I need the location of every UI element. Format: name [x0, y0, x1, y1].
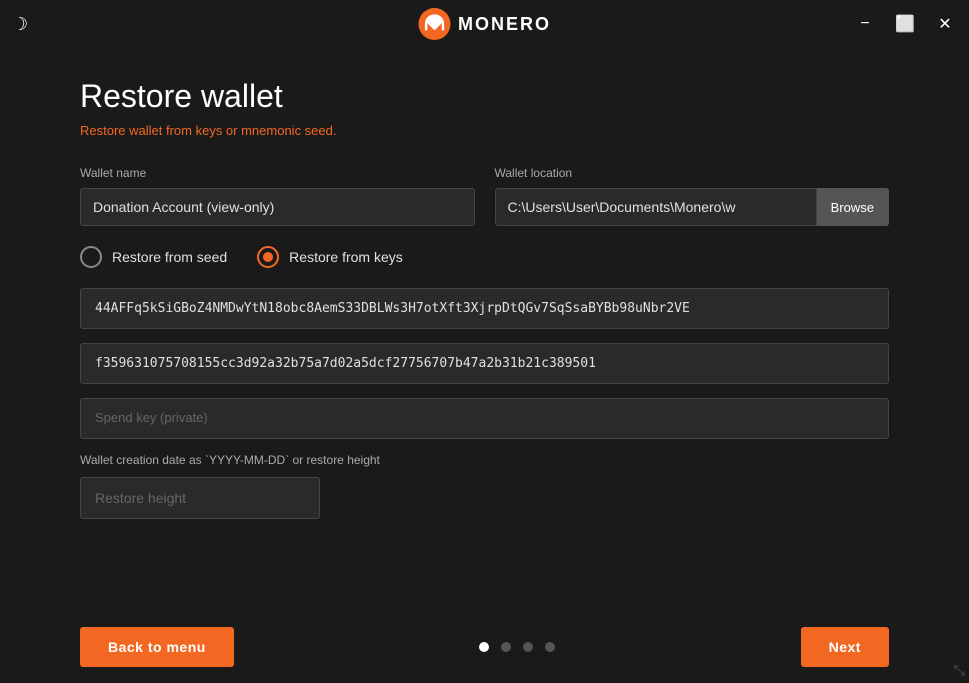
wallet-name-input[interactable] — [80, 188, 475, 226]
close-button[interactable]: ✕ — [933, 12, 957, 36]
pagination-dot-3 — [523, 642, 533, 652]
restore-from-keys-label: Restore from keys — [289, 249, 403, 265]
titlebar: ☽ MONERO − ⬜ ✕ — [0, 0, 969, 48]
maximize-button[interactable]: ⬜ — [893, 12, 917, 36]
restore-from-keys-option[interactable]: Restore from keys — [257, 246, 403, 268]
wallet-name-group: Wallet name — [80, 166, 475, 226]
restore-method-row: Restore from seed Restore from keys — [80, 246, 889, 268]
wallet-location-group: Wallet location Browse — [495, 166, 890, 226]
restore-from-seed-radio[interactable] — [80, 246, 102, 268]
monero-logo-icon — [418, 8, 450, 40]
spend-key-input[interactable] — [80, 398, 889, 439]
address-input[interactable] — [80, 288, 889, 329]
page-title: Restore wallet — [80, 78, 889, 115]
restore-height-input[interactable] — [80, 477, 320, 519]
wallet-info-row: Wallet name Wallet location Browse — [80, 166, 889, 226]
pagination-dot-2 — [501, 642, 511, 652]
app-title: MONERO — [458, 14, 551, 35]
wallet-location-input[interactable] — [495, 188, 817, 226]
restore-from-seed-label: Restore from seed — [112, 249, 227, 265]
creation-date-label: Wallet creation date as `YYYY-MM-DD` or … — [80, 453, 889, 467]
titlebar-controls: − ⬜ ✕ — [853, 12, 957, 36]
wallet-name-label: Wallet name — [80, 166, 475, 180]
bottom-bar: Back to menu Next — [0, 611, 969, 683]
next-button[interactable]: Next — [801, 627, 889, 667]
restore-from-seed-option[interactable]: Restore from seed — [80, 246, 227, 268]
pagination-dot-4 — [545, 642, 555, 652]
back-to-menu-button[interactable]: Back to menu — [80, 627, 234, 667]
radio-selected-dot — [263, 252, 273, 262]
browse-button[interactable]: Browse — [817, 188, 889, 226]
pagination-dot-1 — [479, 642, 489, 652]
wallet-location-field: Browse — [495, 188, 890, 226]
wallet-location-label: Wallet location — [495, 166, 890, 180]
view-key-input[interactable] — [80, 343, 889, 384]
titlebar-left: ☽ — [12, 14, 28, 35]
page-subtitle: Restore wallet from keys or mnemonic see… — [80, 123, 889, 138]
titlebar-logo: MONERO — [418, 8, 551, 40]
restore-from-keys-radio[interactable] — [257, 246, 279, 268]
moon-icon[interactable]: ☽ — [12, 14, 28, 35]
main-content: Restore wallet Restore wallet from keys … — [0, 48, 969, 539]
pagination — [479, 642, 555, 652]
minimize-button[interactable]: − — [853, 12, 877, 36]
resize-handle[interactable]: ⤡ — [954, 662, 965, 679]
